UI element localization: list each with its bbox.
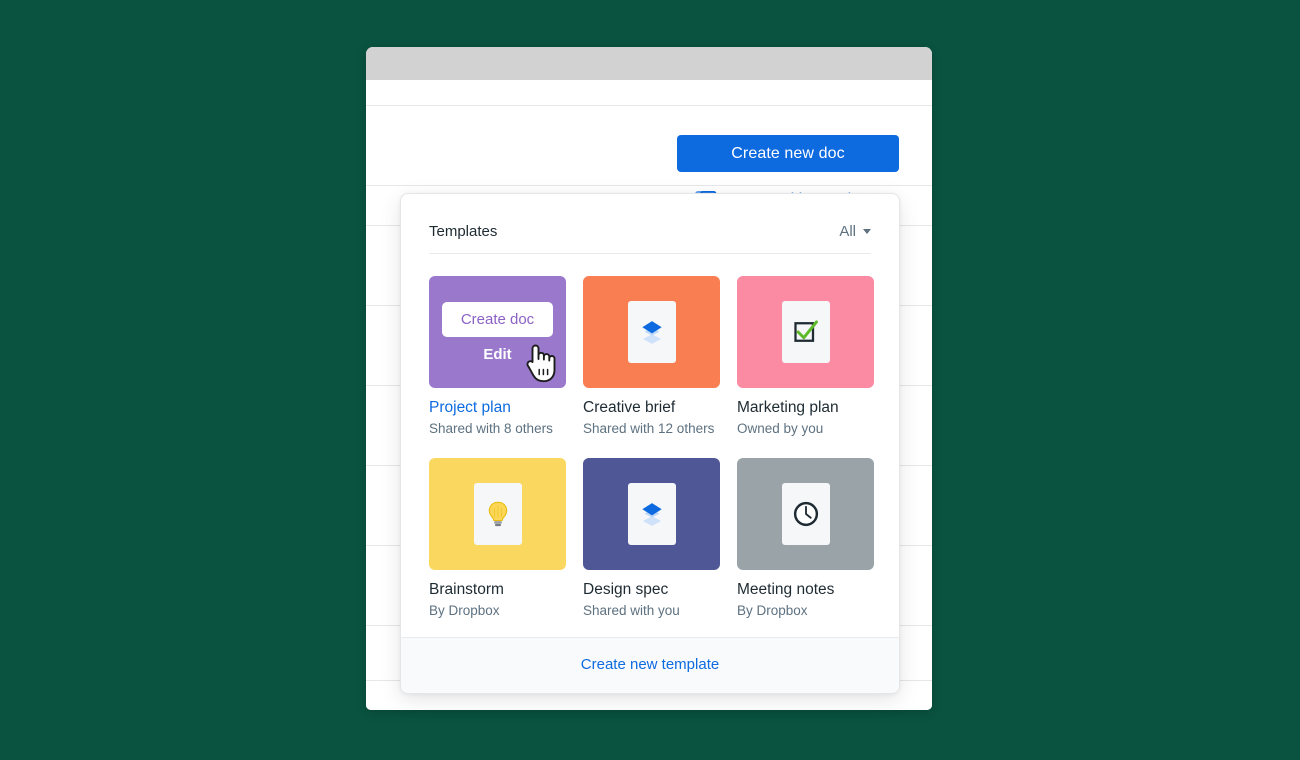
- template-tile[interactable]: Create doc Edit Project plan Shared with 8 …: [429, 276, 566, 436]
- window-title-bar: [366, 47, 932, 80]
- create-new-template-row[interactable]: Create new template: [401, 636, 899, 693]
- template-name[interactable]: Design spec: [583, 581, 720, 599]
- template-name[interactable]: Marketing plan: [737, 399, 874, 417]
- template-tile[interactable]: Design spec Shared with you: [583, 458, 720, 618]
- lightbulb-icon: [488, 502, 507, 527]
- dropbox-diamond-icon: [641, 321, 662, 344]
- template-subtitle: Owned by you: [737, 420, 824, 436]
- template-subtitle: Shared with you: [583, 603, 680, 619]
- template-name[interactable]: Brainstorm: [429, 581, 566, 599]
- create-doc-button[interactable]: Create doc: [441, 301, 554, 337]
- create-new-template-label: Create new template: [580, 655, 720, 673]
- template-subtitle: Shared with 12 others: [583, 420, 715, 436]
- template-thumbnail[interactable]: [429, 458, 566, 571]
- template-thumbnail[interactable]: [583, 458, 720, 571]
- template-thumbnail[interactable]: [737, 458, 874, 571]
- clock-icon: [793, 502, 818, 527]
- template-doc-sheet: [781, 483, 830, 546]
- dropbox-diamond-icon: [641, 503, 662, 527]
- template-name[interactable]: Project plan: [429, 399, 566, 417]
- template-subtitle: Shared with 8 others: [429, 420, 553, 436]
- templates-popover: Templates All Create doc Edit Project plan…: [400, 193, 900, 694]
- template-doc-sheet: [781, 301, 830, 363]
- templates-grid: Create doc Edit Project plan Shared with 8 …: [401, 254, 899, 637]
- template-tile[interactable]: Meeting notes By Dropbox: [737, 458, 874, 618]
- popover-header: Templates All: [401, 194, 899, 253]
- template-doc-sheet: [627, 483, 676, 546]
- template-tile[interactable]: Creative brief Shared with 12 others: [583, 276, 720, 436]
- template-hover-overlay: Create doc Edit: [429, 276, 566, 388]
- template-filter-value: All: [839, 223, 856, 240]
- edit-template-link[interactable]: Edit: [483, 346, 511, 363]
- template-filter-dropdown[interactable]: All: [839, 223, 871, 240]
- template-thumbnail[interactable]: [737, 276, 874, 388]
- row-separator: [366, 105, 932, 106]
- template-doc-sheet: [627, 301, 676, 363]
- template-name[interactable]: Meeting notes: [737, 581, 874, 599]
- template-tile[interactable]: Brainstorm By Dropbox: [429, 458, 566, 618]
- popover-title: Templates: [429, 223, 498, 240]
- template-name[interactable]: Creative brief: [583, 399, 720, 417]
- template-thumbnail[interactable]: [583, 276, 720, 388]
- template-thumbnail[interactable]: Create doc Edit: [429, 276, 566, 388]
- checkbox-checked-icon: [793, 320, 818, 342]
- template-subtitle: By Dropbox: [429, 603, 500, 619]
- template-tile[interactable]: Marketing plan Owned by you: [737, 276, 874, 436]
- create-new-doc-button[interactable]: Create new doc: [677, 135, 899, 172]
- chevron-down-icon: [863, 229, 871, 234]
- template-subtitle: By Dropbox: [737, 603, 808, 619]
- template-doc-sheet: [473, 483, 522, 546]
